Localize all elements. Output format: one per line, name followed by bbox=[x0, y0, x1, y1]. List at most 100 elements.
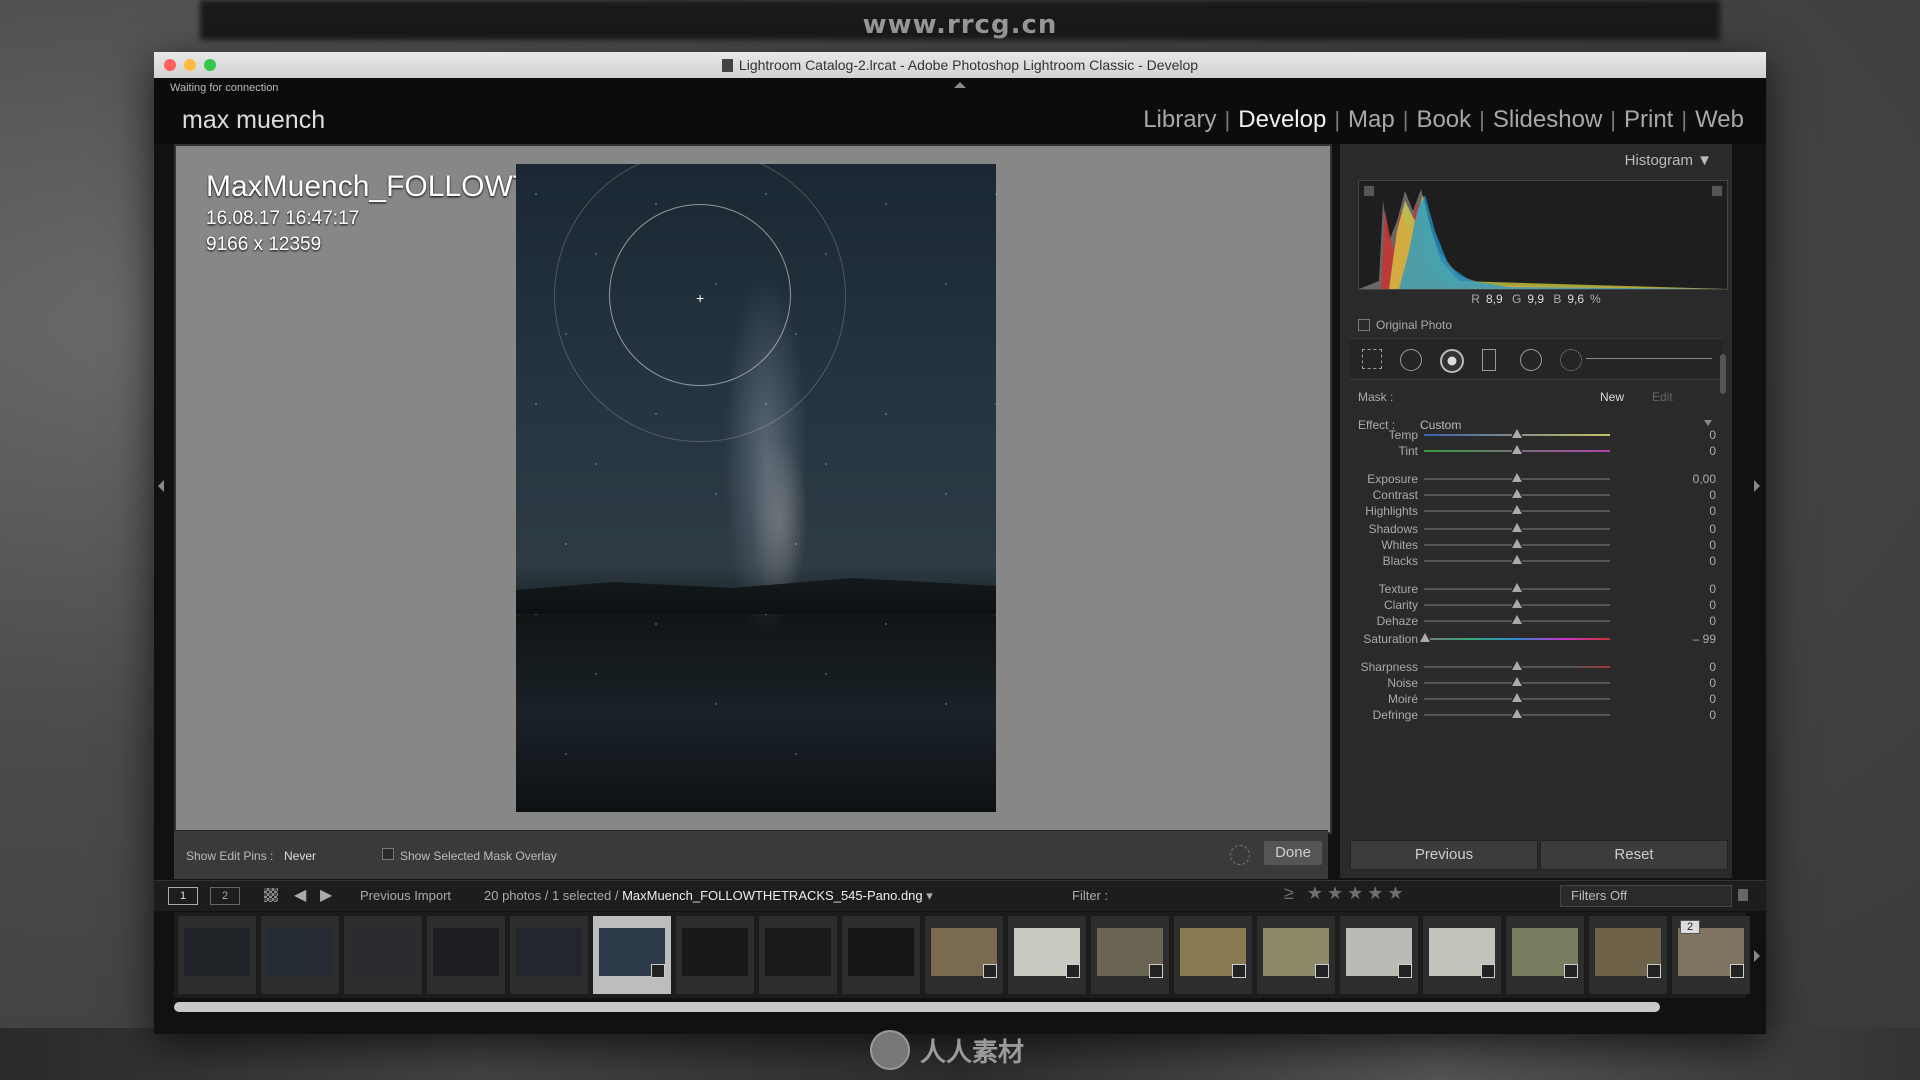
slider-value[interactable]: 0 bbox=[1709, 708, 1716, 722]
slider-thumb-icon[interactable] bbox=[1512, 505, 1522, 514]
slider-blacks[interactable]: Blacks 0 bbox=[1350, 552, 1722, 570]
filmstrip-thumbnail[interactable] bbox=[510, 916, 588, 994]
slider-value[interactable]: – 99 bbox=[1693, 632, 1716, 646]
source-label[interactable]: Previous Import bbox=[360, 888, 451, 903]
slider-value[interactable]: 0 bbox=[1709, 676, 1716, 690]
filmstrip-thumbnail[interactable] bbox=[1340, 916, 1418, 994]
slider-value[interactable]: 0 bbox=[1709, 598, 1716, 612]
filmstrip-thumbnail[interactable] bbox=[1008, 916, 1086, 994]
filter-lock-icon[interactable] bbox=[1738, 889, 1748, 901]
slider-value[interactable]: 0 bbox=[1709, 522, 1716, 536]
slider-thumb-icon[interactable] bbox=[1512, 523, 1522, 532]
spot-removal-icon[interactable] bbox=[1400, 349, 1422, 371]
slider-value[interactable]: 0 bbox=[1709, 554, 1716, 568]
main-photo[interactable]: + bbox=[516, 164, 996, 812]
slider-highlights[interactable]: Highlights 0 bbox=[1350, 502, 1722, 520]
stack-count-badge[interactable]: 2 bbox=[1680, 920, 1700, 934]
original-photo-toggle[interactable]: Original Photo bbox=[1358, 318, 1452, 332]
histogram[interactable] bbox=[1358, 180, 1728, 290]
mask-overlay-checkbox[interactable] bbox=[382, 848, 394, 860]
shadow-clipping-toggle[interactable] bbox=[1363, 185, 1375, 197]
reset-button[interactable]: Reset bbox=[1540, 840, 1728, 870]
slider-value[interactable]: 0 bbox=[1709, 538, 1716, 552]
slider-thumb-icon[interactable] bbox=[1512, 489, 1522, 498]
module-map[interactable]: Map bbox=[1340, 106, 1403, 134]
close-window-button[interactable] bbox=[164, 59, 176, 71]
slider-value[interactable]: 0 bbox=[1709, 582, 1716, 596]
minimize-window-button[interactable] bbox=[184, 59, 196, 71]
filmstrip-next-icon[interactable] bbox=[1754, 950, 1760, 962]
slider-thumb-icon[interactable] bbox=[1512, 445, 1522, 454]
slider-defringe[interactable]: Defringe 0 bbox=[1350, 706, 1722, 724]
slider-thumb-icon[interactable] bbox=[1512, 709, 1522, 718]
graduated-filter-icon[interactable] bbox=[1482, 349, 1496, 371]
slider-thumb-icon[interactable] bbox=[1512, 661, 1522, 670]
filmstrip-thumbnail[interactable]: 2 bbox=[1672, 916, 1750, 994]
slider-thumb-icon[interactable] bbox=[1512, 615, 1522, 624]
filmstrip-thumbnail[interactable] bbox=[842, 916, 920, 994]
slider-thumb-icon[interactable] bbox=[1512, 677, 1522, 686]
filters-off-select[interactable]: Filters Off bbox=[1560, 885, 1732, 907]
module-print[interactable]: Print bbox=[1616, 106, 1681, 134]
photo-count[interactable]: 20 photos / 1 selected / MaxMuench_FOLLO… bbox=[484, 888, 933, 904]
slider-value[interactable]: 0 bbox=[1709, 504, 1716, 518]
previous-button[interactable]: Previous bbox=[1350, 840, 1538, 870]
crop-tool-icon[interactable] bbox=[1362, 349, 1382, 369]
slider-value[interactable]: 0 bbox=[1709, 488, 1716, 502]
adjustment-brush-icon[interactable] bbox=[1560, 349, 1582, 371]
slider-thumb-icon[interactable] bbox=[1512, 429, 1522, 438]
filmstrip-thumbnail[interactable] bbox=[344, 916, 422, 994]
filmstrip-thumbnail[interactable] bbox=[925, 916, 1003, 994]
image-workspace[interactable]: MaxMuench_FOLLOWTHETRACKS_545-Pano.dng 1… bbox=[174, 144, 1332, 834]
module-web[interactable]: Web bbox=[1687, 106, 1752, 134]
highlight-clipping-toggle[interactable] bbox=[1711, 185, 1723, 197]
done-button[interactable]: Done bbox=[1264, 841, 1322, 865]
slider-thumb-icon[interactable] bbox=[1512, 555, 1522, 564]
slider-saturation[interactable]: Saturation – 99 bbox=[1350, 630, 1722, 648]
filmstrip-thumbnail[interactable] bbox=[178, 916, 256, 994]
filmstrip-scrollbar[interactable] bbox=[174, 1002, 1660, 1012]
mask-pin-icon[interactable]: + bbox=[696, 290, 704, 306]
grid-view-icon[interactable] bbox=[264, 888, 278, 902]
red-eye-icon[interactable] bbox=[1440, 349, 1464, 373]
slider-track[interactable] bbox=[1424, 638, 1610, 640]
slider-dehaze[interactable]: Dehaze 0 bbox=[1350, 612, 1722, 630]
forward-arrow-icon[interactable]: ▶ bbox=[320, 885, 332, 905]
filmstrip-thumbnail[interactable] bbox=[1423, 916, 1501, 994]
reset-mask-icon[interactable] bbox=[1230, 845, 1250, 865]
module-library[interactable]: Library bbox=[1135, 106, 1224, 134]
zoom-window-button[interactable] bbox=[204, 59, 216, 71]
slider-thumb-icon[interactable] bbox=[1512, 583, 1522, 592]
slider-thumb-icon[interactable] bbox=[1512, 473, 1522, 482]
right-panel-scrollbar[interactable] bbox=[1720, 354, 1726, 394]
slider-thumb-icon[interactable] bbox=[1512, 539, 1522, 548]
slider-thumb-icon[interactable] bbox=[1512, 599, 1522, 608]
original-photo-checkbox[interactable] bbox=[1358, 319, 1370, 331]
histogram-header[interactable]: Histogram ▼ bbox=[1625, 152, 1712, 169]
primary-view-button[interactable]: 1 bbox=[168, 887, 198, 905]
slider-thumb-icon[interactable] bbox=[1419, 633, 1430, 642]
filmstrip-thumbnail[interactable] bbox=[593, 916, 671, 994]
mask-new-button[interactable]: New bbox=[1600, 390, 1624, 404]
filmstrip-thumbnail[interactable] bbox=[759, 916, 837, 994]
module-slideshow[interactable]: Slideshow bbox=[1485, 106, 1610, 134]
slider-value[interactable]: 0 bbox=[1709, 660, 1716, 674]
slider-tint[interactable]: Tint 0 bbox=[1350, 442, 1722, 460]
filmstrip-thumbnail[interactable] bbox=[261, 916, 339, 994]
tool-strip-slider[interactable] bbox=[1586, 358, 1712, 359]
module-develop[interactable]: Develop bbox=[1230, 106, 1334, 134]
back-arrow-icon[interactable]: ◀ bbox=[294, 885, 306, 905]
filmstrip-thumbnail[interactable] bbox=[676, 916, 754, 994]
filmstrip-thumbnail[interactable] bbox=[1506, 916, 1584, 994]
secondary-view-button[interactable]: 2 bbox=[210, 887, 240, 905]
slider-value[interactable]: 0 bbox=[1709, 614, 1716, 628]
slider-value[interactable]: 0 bbox=[1709, 444, 1716, 458]
show-edit-pins-select[interactable]: Never bbox=[284, 849, 316, 863]
filmstrip-thumbnail[interactable] bbox=[1589, 916, 1667, 994]
filmstrip-thumbnail[interactable] bbox=[1091, 916, 1169, 994]
top-panel-toggle-icon[interactable] bbox=[954, 82, 966, 88]
radial-filter-icon[interactable] bbox=[1520, 349, 1542, 371]
mask-edit-button[interactable]: Edit bbox=[1652, 390, 1673, 404]
filmstrip-thumbnail[interactable] bbox=[1257, 916, 1335, 994]
filmstrip-thumbnail[interactable] bbox=[427, 916, 505, 994]
